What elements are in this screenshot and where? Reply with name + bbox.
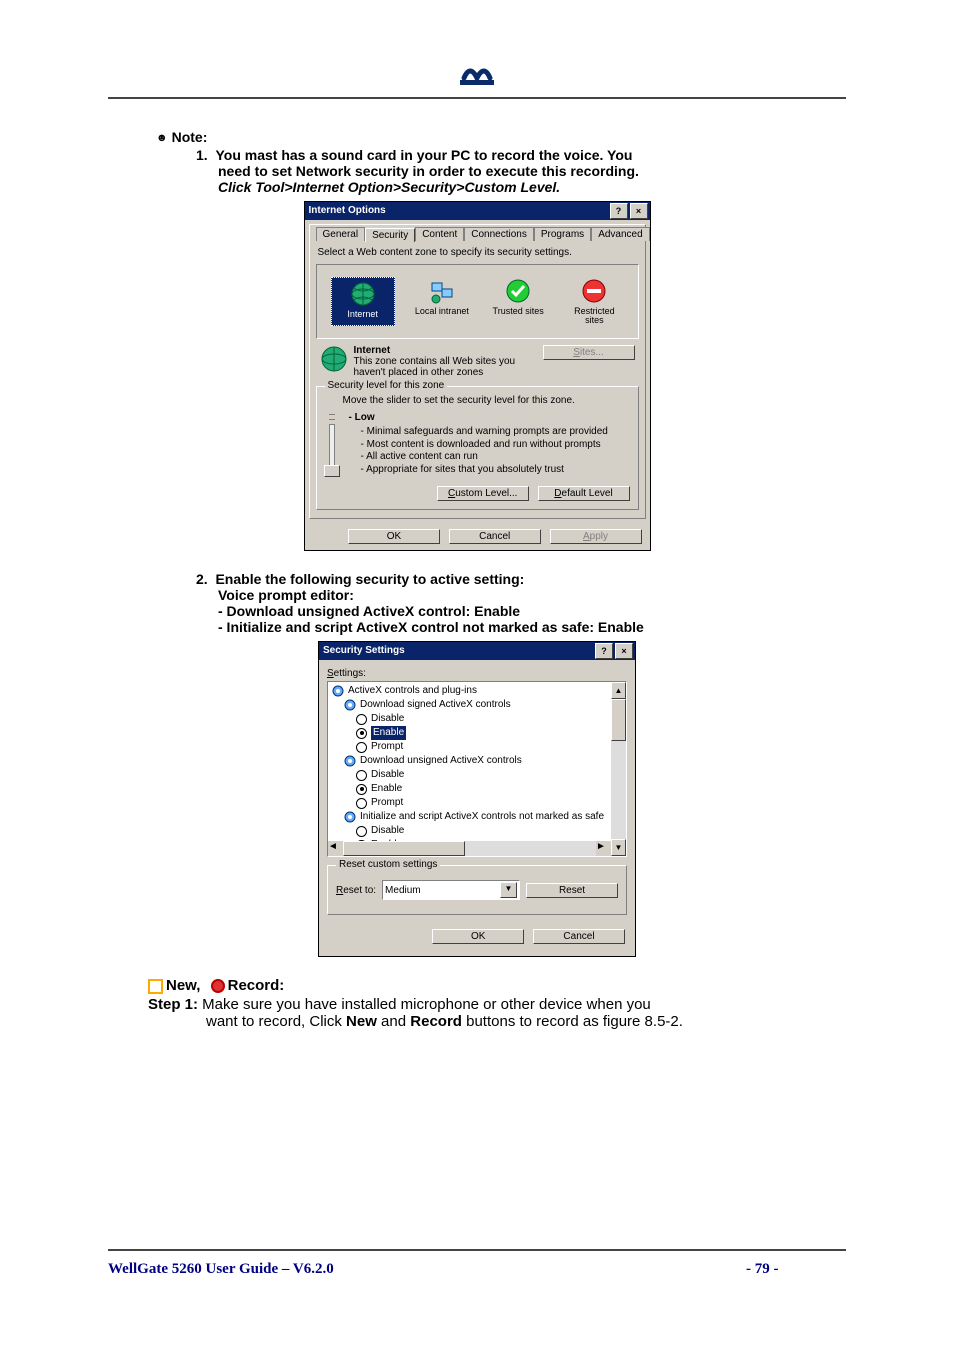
tab-strip: General Security Content Connections Pro… [316, 227, 639, 241]
tab-general[interactable]: General [316, 227, 366, 241]
zone-name: Internet [354, 345, 391, 356]
gear-icon [344, 811, 356, 823]
dialog-title: Internet Options [309, 202, 386, 220]
tab-programs[interactable]: Programs [534, 227, 591, 241]
custom-level-button[interactable]: Custom Level... [437, 486, 529, 501]
dialog-titlebar: Internet Options ? × [305, 202, 650, 220]
zone-local-intranet[interactable]: Local intranet [413, 277, 471, 326]
step-1-cont: want to record, Click New and Record but… [206, 1013, 846, 1030]
vertical-scrollbar[interactable]: ▲▼ [611, 682, 626, 856]
step-1: Step 1: Make sure you have installed mic… [148, 996, 846, 1013]
reset-fieldset: Reset to: Medium▼ Reset [327, 865, 627, 915]
ok-button[interactable]: OK [432, 929, 524, 944]
new-record-heading: New, Record: [148, 977, 846, 994]
settings-label: Settings: [327, 668, 631, 679]
note-list-item-1: 1. You mast has a sound card in your PC … [196, 147, 846, 195]
brand-logo [108, 58, 846, 89]
settings-tree[interactable]: ActiveX controls and plug-ins Download s… [327, 681, 627, 857]
gear-icon [344, 755, 356, 767]
ok-button[interactable]: OK [348, 529, 440, 544]
reset-to-combo[interactable]: Medium▼ [382, 880, 520, 900]
tab-security[interactable]: Security [365, 228, 415, 242]
help-button[interactable]: ? [610, 203, 628, 219]
note-heading: ☻Note: [156, 129, 846, 145]
zone-internet[interactable]: Internet [331, 277, 395, 326]
dialog-titlebar: Security Settings ? × [319, 642, 635, 660]
reset-to-label: Reset to: [336, 885, 376, 896]
security-level-fieldset: Move the slider to set the security leve… [316, 386, 639, 511]
reset-button[interactable]: Reset [526, 883, 618, 898]
internet-options-dialog: Internet Options ? × General Security Co… [304, 201, 651, 551]
security-slider[interactable] [325, 410, 339, 477]
tab-connections[interactable]: Connections [464, 227, 534, 241]
help-button[interactable]: ? [595, 643, 613, 659]
note-list-item-2: 2. Enable the following security to acti… [196, 571, 846, 635]
page-footer: WellGate 5260 User Guide – V6.2.0 - 79 - [108, 1242, 846, 1278]
cancel-button[interactable]: Cancel [449, 529, 541, 544]
footer-title: WellGate 5260 User Guide – V6.2.0 [108, 1261, 746, 1278]
zone-prompt: Select a Web content zone to specify its… [318, 247, 637, 258]
dialog-title: Security Settings [323, 642, 405, 660]
close-button[interactable]: × [615, 643, 633, 659]
record-icon [211, 979, 225, 993]
tab-advanced[interactable]: Advanced [591, 227, 649, 241]
new-icon [148, 979, 163, 994]
gear-icon [332, 685, 344, 697]
gear-icon [344, 699, 356, 711]
sites-button: SSites...ites... [543, 345, 635, 360]
security-level-name: - Low [349, 412, 608, 425]
default-level-button[interactable]: Default Level [538, 486, 630, 501]
header-rule [108, 97, 846, 99]
horizontal-scrollbar[interactable]: ◄► [328, 841, 611, 856]
zone-trusted-sites[interactable]: Trusted sites [489, 277, 547, 326]
close-button[interactable]: × [630, 203, 648, 219]
zone-description: This zone contains all Web sites you hav… [354, 356, 516, 378]
globe-icon [320, 345, 348, 373]
footer-page: - 79 - [746, 1261, 846, 1278]
tab-content[interactable]: Content [415, 227, 464, 241]
cancel-button[interactable]: Cancel [533, 929, 625, 944]
zone-restricted-sites[interactable]: Restricted sites [565, 277, 623, 326]
security-settings-dialog: Security Settings ? × Settings: ActiveX … [318, 641, 636, 957]
apply-button: Apply [550, 529, 642, 544]
